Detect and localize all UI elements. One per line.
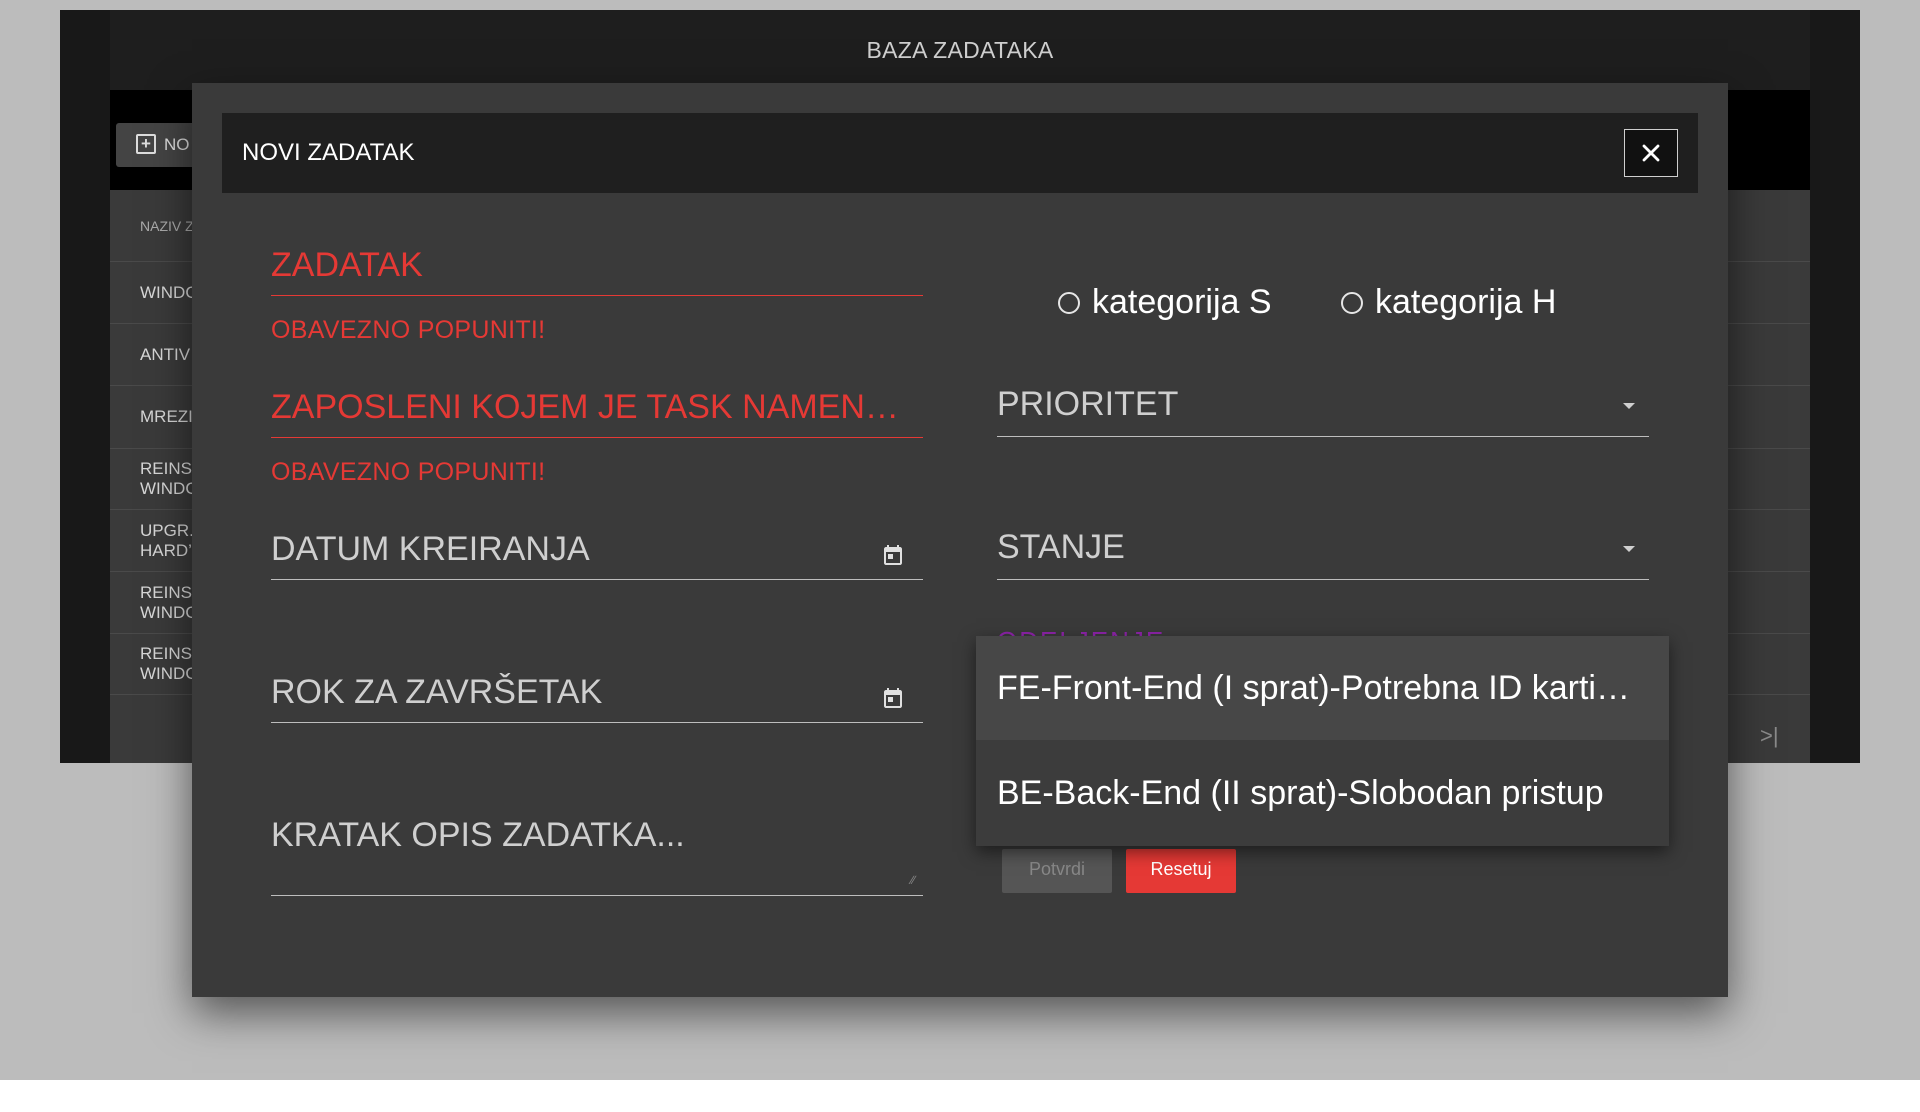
task-name-label: ZADATAK [271,246,423,284]
table-cell: WINDO [140,282,199,302]
due-date-field[interactable]: ROK ZA ZAVRŠETAK [271,673,923,723]
radio-circle [1341,291,1363,314]
new-task-button-label: NO [164,135,190,154]
assignee-label: ZAPOSLENI KOJEM JE TASK NAMEN… [271,388,899,426]
status-label: STANJE [997,528,1125,566]
dropdown-option-back-end[interactable]: BE-Back-End (II sprat)-Slobodan pristup [976,741,1669,845]
add-icon: + [136,134,156,154]
table-cell: MREZI [140,407,193,426]
calendar-icon[interactable] [881,544,905,568]
task-name-underline [271,295,923,296]
description-underline [271,895,923,896]
radio-category-h-label: kategorija H [1375,283,1557,321]
table-cell: ANTIV [140,344,191,364]
radio-category-s[interactable]: kategorija S [1058,283,1272,322]
due-date-underline [271,722,923,723]
radio-circle [1058,291,1080,314]
app-title: BAZA ZADATAKA [110,10,1810,90]
description-textarea[interactable]: KRATAK OPIS ZADATKA... ∕∕ [271,816,923,896]
close-button[interactable] [1624,129,1678,177]
new-task-modal: NOVI ZADATAK ZADATAK OBAVEZNO POPUNITI! … [192,83,1728,997]
created-date-underline [271,579,923,580]
created-date-field[interactable]: DATUM KREIRANJA [271,530,923,580]
status-select[interactable]: STANJE [997,528,1649,580]
radio-category-h[interactable]: kategorija H [1341,283,1556,322]
created-date-label: DATUM KREIRANJA [271,530,590,568]
status-underline [997,579,1649,580]
radio-category-s-label: kategorija S [1092,283,1272,321]
table-cell: REINS WINDO [140,582,199,622]
confirm-button[interactable]: Potvrdi [1002,849,1112,893]
dropdown-arrow-icon [1623,403,1635,409]
task-name-field[interactable]: ZADATAK [271,246,923,296]
modal-title: NOVI ZADATAK [242,139,415,166]
department-dropdown-menu: FE-Front-End (I sprat)-Potrebna ID karti… [976,636,1669,846]
priority-select[interactable]: PRIORITET [997,385,1649,437]
description-label: KRATAK OPIS ZADATKA... [271,816,685,854]
priority-label: PRIORITET [997,385,1179,423]
priority-underline [997,436,1649,437]
dropdown-option-front-end[interactable]: FE-Front-End (I sprat)-Potrebna ID karti… [976,636,1669,740]
assignee-field[interactable]: ZAPOSLENI KOJEM JE TASK NAMEN… [271,388,923,438]
dropdown-arrow-icon [1623,546,1635,552]
close-icon [1642,144,1660,162]
due-date-label: ROK ZA ZAVRŠETAK [271,673,603,711]
assignee-error: OBAVEZNO POPUNITI! [271,458,546,486]
task-name-error: OBAVEZNO POPUNITI! [271,316,546,344]
assignee-underline [271,437,923,438]
table-cell: REINS WINDO [140,644,199,683]
table-cell: REINS WINDO [140,459,199,498]
last-page-icon[interactable]: >| [1760,723,1779,749]
reset-button[interactable]: Resetuj [1126,849,1236,893]
resize-grip-icon[interactable]: ∕∕ [911,873,915,887]
modal-header: NOVI ZADATAK [222,113,1698,193]
table-cell: UPGR. HARD’ [140,520,194,560]
calendar-icon[interactable] [881,687,905,711]
